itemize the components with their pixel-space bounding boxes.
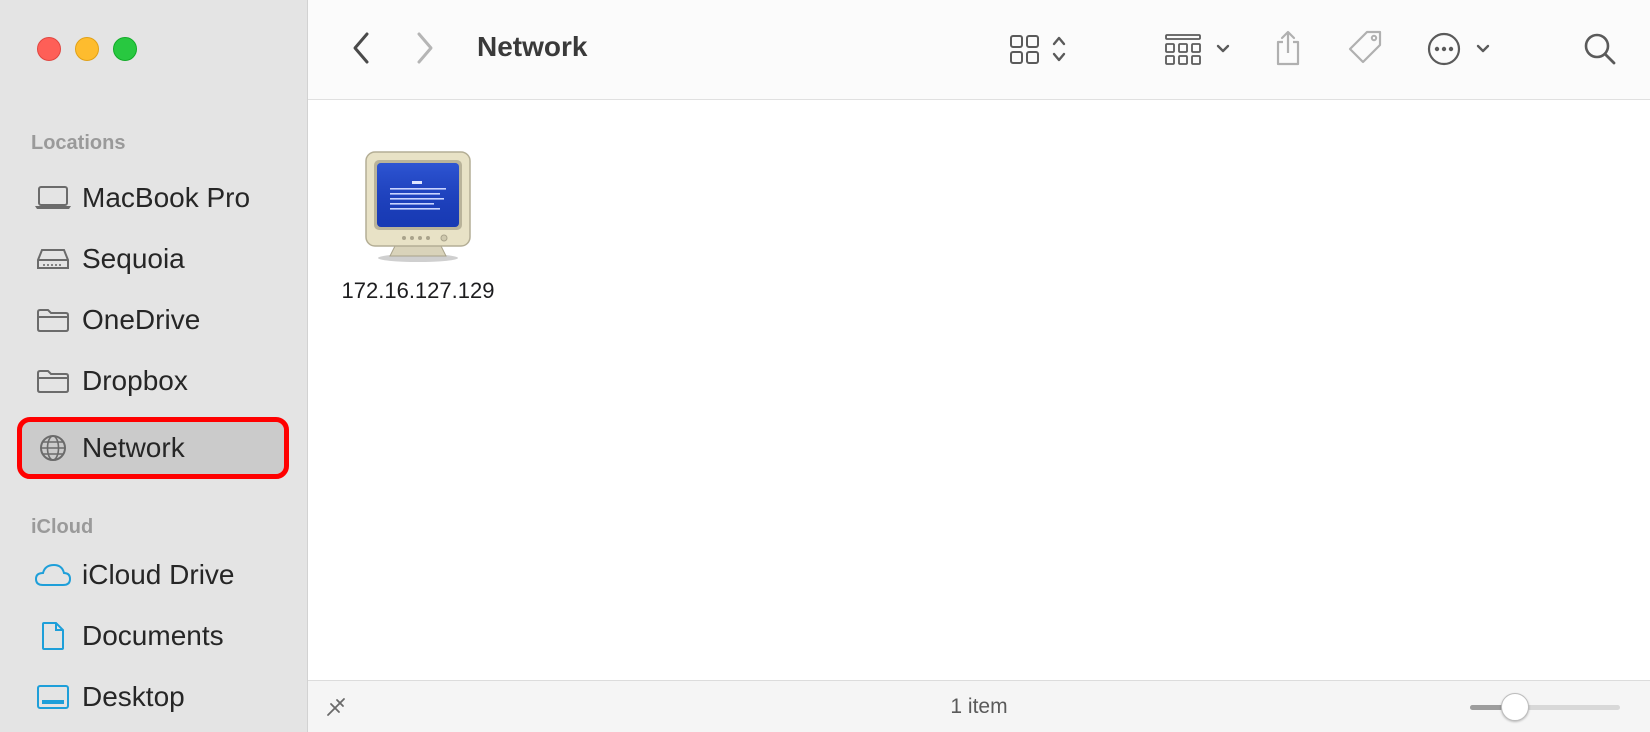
group-by-button[interactable] (1164, 28, 1244, 70)
sidebar-item-sequoia[interactable]: Sequoia (22, 233, 284, 285)
finder-window: Locations MacBook Pro Sequoia OneDrive D… (0, 0, 1650, 732)
tags-button[interactable] (1344, 26, 1386, 70)
sidebar-item-documents[interactable]: Documents (22, 610, 284, 662)
sidebar-item-label: Sequoia (82, 243, 185, 274)
computer-monitor-icon (365, 151, 471, 262)
sidebar-item-label: Desktop (82, 681, 185, 712)
share-button[interactable] (1270, 26, 1306, 70)
sidebar-item-label: Dropbox (82, 365, 188, 396)
drive-icon (34, 244, 72, 274)
group-grid-icon (1165, 34, 1230, 65)
item-count: 1 item (950, 695, 1008, 718)
slider-knob[interactable] (1500, 693, 1529, 721)
view-mode-button[interactable] (1008, 28, 1084, 70)
sidebar-item-icloud-drive[interactable]: iCloud Drive (22, 549, 284, 601)
window-title: Network (477, 31, 588, 62)
globe-icon (34, 433, 72, 463)
toolbar: Network (308, 0, 1650, 100)
forward-button[interactable] (410, 28, 440, 68)
tag-icon (1348, 30, 1382, 64)
sidebar-section-icloud: iCloud (31, 516, 94, 538)
share-icon (1276, 30, 1300, 66)
sidebar-item-label: iCloud Drive (82, 559, 235, 590)
laptop-icon (34, 183, 72, 213)
search-icon (1584, 33, 1616, 65)
file-browser-content[interactable]: 172.16.127.129 (308, 100, 1650, 680)
sidebar-item-macbook-pro[interactable]: MacBook Pro (22, 172, 284, 224)
chevron-right-icon (417, 32, 433, 64)
desktop-icon (34, 682, 72, 712)
window-controls (37, 37, 137, 61)
sidebar-item-label: MacBook Pro (82, 182, 251, 213)
file-name: 172.16.127.129 (341, 278, 495, 303)
sidebar-section-locations: Locations (31, 132, 126, 154)
sidebar-item-label: OneDrive (82, 304, 201, 335)
zoom-button[interactable] (113, 37, 137, 61)
minimize-button[interactable] (75, 37, 99, 61)
sidebar-item-network[interactable]: Network (17, 417, 289, 479)
icon-size-slider[interactable] (1470, 693, 1620, 721)
sidebar-item-desktop[interactable]: Desktop (22, 671, 284, 723)
icon-grid-icon (1010, 35, 1066, 64)
sidebar-item-label: Documents (82, 620, 224, 651)
close-button[interactable] (37, 37, 61, 61)
sidebar-item-label: Network (82, 432, 185, 463)
ellipsis-circle-icon (1427, 32, 1490, 66)
cloud-icon (34, 560, 72, 590)
folder-icon (34, 305, 72, 335)
sidebar-item-onedrive[interactable]: OneDrive (22, 294, 284, 346)
back-button[interactable] (346, 28, 376, 68)
sidebar-item-dropbox[interactable]: Dropbox (22, 355, 284, 407)
chevron-left-icon (353, 32, 369, 64)
sidebar: Locations MacBook Pro Sequoia OneDrive D… (0, 0, 308, 732)
status-bar: 1 item (308, 680, 1650, 732)
search-button[interactable] (1580, 28, 1620, 70)
file-item[interactable]: 172.16.127.129 (336, 148, 500, 304)
more-actions-button[interactable] (1426, 28, 1498, 70)
document-icon (34, 621, 72, 651)
folder-icon (34, 366, 72, 396)
